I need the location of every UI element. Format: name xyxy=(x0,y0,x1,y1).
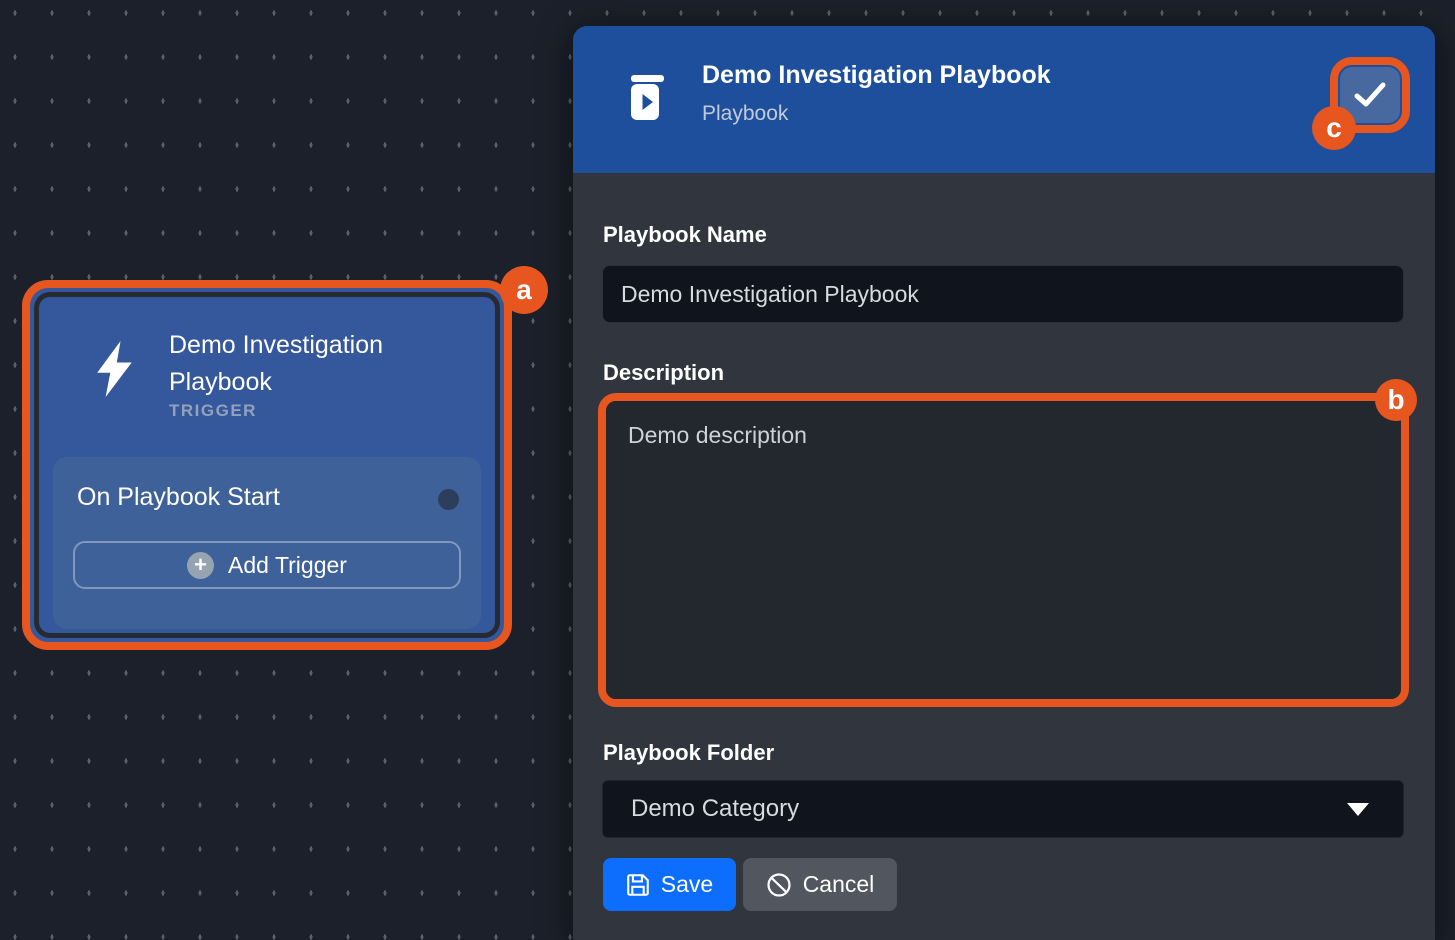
connection-dot[interactable] xyxy=(438,489,459,510)
panel-title: Demo Investigation Playbook xyxy=(702,61,1051,90)
playbook-folder-value: Demo Category xyxy=(603,795,1347,823)
playbook-editor-canvas: Demo Investigation Playbook TRIGGER On P… xyxy=(0,0,1455,940)
trigger-node-annotation-box: Demo Investigation Playbook TRIGGER On P… xyxy=(22,280,512,650)
lightning-bolt-icon xyxy=(91,341,137,397)
annotation-badge-b: b xyxy=(1375,379,1417,421)
playbook-folder-select[interactable]: Demo Category xyxy=(602,780,1404,838)
panel-header: Demo Investigation Playbook Playbook c xyxy=(573,26,1435,173)
save-label: Save xyxy=(661,871,713,898)
save-button[interactable]: Save xyxy=(603,858,736,911)
trigger-list-section: On Playbook Start + Add Trigger xyxy=(53,457,481,629)
trigger-node-card[interactable]: Demo Investigation Playbook TRIGGER On P… xyxy=(39,297,495,633)
description-textarea[interactable]: Demo description xyxy=(606,401,1401,699)
add-trigger-label: Add Trigger xyxy=(228,552,347,579)
slash-circle-icon xyxy=(766,872,792,898)
caret-down-icon xyxy=(1347,803,1369,816)
playbook-book-icon xyxy=(630,75,666,121)
playbook-name-label: Playbook Name xyxy=(603,222,767,248)
playbook-name-input[interactable] xyxy=(602,265,1404,323)
checkmark-icon xyxy=(1354,82,1386,108)
trigger-node-title: Demo Investigation Playbook xyxy=(169,327,449,401)
cancel-label: Cancel xyxy=(803,871,875,898)
floppy-save-icon xyxy=(626,873,650,897)
annotation-badge-c: c xyxy=(1312,106,1356,150)
add-trigger-button[interactable]: + Add Trigger xyxy=(73,541,461,589)
trigger-node-type-label: TRIGGER xyxy=(169,401,257,421)
description-annotation-box: Demo description xyxy=(598,393,1409,707)
description-label: Description xyxy=(603,360,724,386)
cancel-button[interactable]: Cancel xyxy=(743,858,897,911)
playbook-details-panel: Demo Investigation Playbook Playbook c P… xyxy=(573,26,1435,940)
trigger-row-label[interactable]: On Playbook Start xyxy=(77,483,280,512)
playbook-folder-label: Playbook Folder xyxy=(603,740,774,766)
panel-subtitle: Playbook xyxy=(702,102,788,126)
annotation-badge-a: a xyxy=(500,266,548,314)
plus-circle-icon: + xyxy=(187,552,214,579)
